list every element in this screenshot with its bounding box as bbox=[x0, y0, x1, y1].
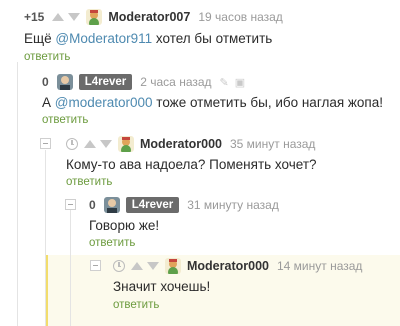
comment-rating: +15 bbox=[24, 10, 45, 24]
avatar[interactable] bbox=[118, 136, 134, 152]
clock-icon bbox=[66, 138, 78, 150]
thread-line bbox=[17, 62, 18, 326]
avatar[interactable] bbox=[165, 258, 181, 274]
comment-rating: 0 bbox=[42, 75, 49, 89]
username[interactable]: Moderator007 bbox=[108, 10, 190, 24]
thread-line bbox=[45, 150, 46, 326]
collapse-thread-button[interactable] bbox=[90, 260, 101, 271]
comment-text: Значит хочешь! bbox=[113, 279, 211, 294]
comment-rating: 0 bbox=[89, 198, 96, 212]
comment-text: Ещё @Moderator911 хотел бы отметить bbox=[24, 31, 272, 46]
thread-line bbox=[70, 208, 71, 326]
avatar[interactable] bbox=[56, 74, 73, 90]
upvote-icon[interactable] bbox=[52, 13, 65, 21]
reply-link[interactable]: ответить bbox=[42, 114, 88, 126]
username[interactable]: Moderator000 bbox=[187, 259, 269, 273]
save-icon[interactable]: ▣ bbox=[235, 76, 245, 89]
upvote-icon[interactable] bbox=[131, 262, 143, 270]
reply-link[interactable]: ответить bbox=[66, 176, 112, 188]
text-fragment: Ещё bbox=[24, 31, 56, 46]
reply-link[interactable]: ответить bbox=[89, 237, 135, 249]
username[interactable]: L4rever bbox=[78, 74, 133, 90]
clock-icon bbox=[113, 260, 125, 272]
collapse-thread-button[interactable] bbox=[40, 138, 51, 149]
upvote-icon[interactable] bbox=[84, 140, 96, 148]
username[interactable]: Moderator000 bbox=[140, 137, 222, 151]
comment-text: Кому-то ава надоела? Поменять хочет? bbox=[66, 157, 317, 172]
reply-link[interactable]: ответить bbox=[24, 51, 70, 63]
downvote-icon[interactable] bbox=[100, 140, 112, 148]
downvote-icon[interactable] bbox=[147, 262, 159, 270]
comment-time[interactable]: 35 минут назад bbox=[230, 137, 315, 151]
comment-time[interactable]: 14 минут назад bbox=[277, 259, 362, 273]
text-fragment: тоже отметить бы, ибо наглая жопа! bbox=[152, 95, 384, 110]
comment-time[interactable]: 31 минуту назад bbox=[187, 198, 279, 212]
reply-link[interactable]: ответить bbox=[113, 299, 159, 311]
collapse-thread-button[interactable] bbox=[65, 199, 76, 210]
text-fragment: хотел бы отметить bbox=[152, 31, 273, 46]
comment-text: Говорю же! bbox=[89, 218, 160, 233]
username[interactable]: L4rever bbox=[125, 197, 180, 213]
downvote-icon[interactable] bbox=[68, 13, 81, 21]
comment-text: А @moderator000 тоже отметить бы, ибо на… bbox=[42, 95, 383, 110]
comment-time[interactable]: 2 часа назад bbox=[140, 75, 211, 89]
user-mention[interactable]: @moderator000 bbox=[55, 95, 153, 110]
text-fragment: А bbox=[42, 95, 55, 110]
avatar[interactable] bbox=[86, 9, 103, 25]
comment-time[interactable]: 19 часов назад bbox=[198, 10, 282, 24]
avatar[interactable] bbox=[103, 197, 120, 213]
edit-icon[interactable]: ✎ bbox=[220, 76, 229, 89]
user-mention[interactable]: @Moderator911 bbox=[55, 31, 152, 46]
